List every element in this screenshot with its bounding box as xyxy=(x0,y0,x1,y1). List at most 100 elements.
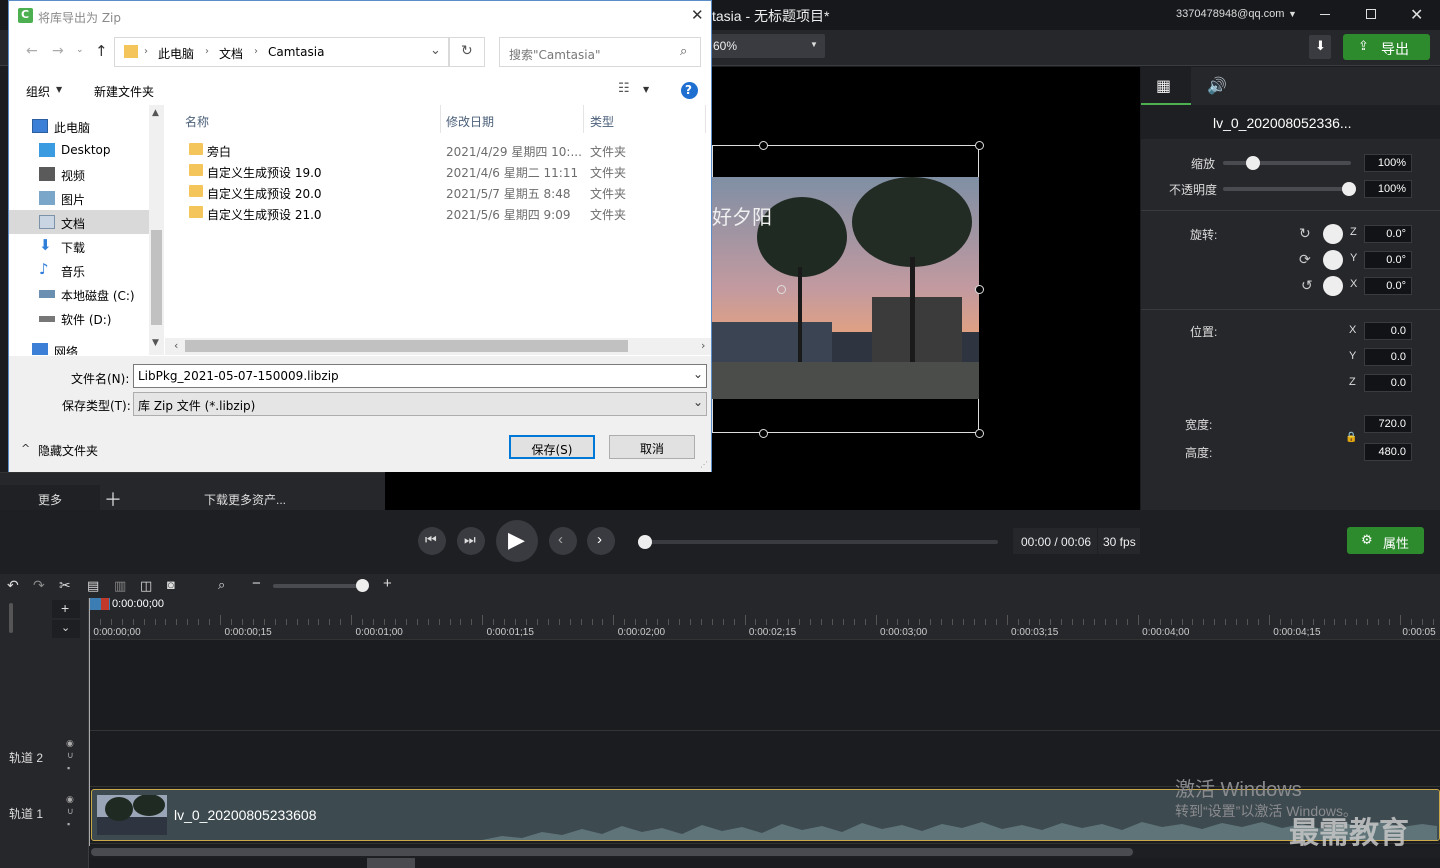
track-height-slider[interactable] xyxy=(9,603,13,633)
scrollbar-thumb[interactable] xyxy=(185,340,628,352)
organize-button[interactable]: 组织 xyxy=(26,83,50,100)
resize-handle[interactable] xyxy=(975,285,984,294)
resize-handle[interactable] xyxy=(759,141,768,150)
file-row[interactable]: 自定义生成预设 20.0 2021/5/7 星期五 8:48 文件夹 xyxy=(165,182,705,203)
step-back-button[interactable]: ⏮ xyxy=(418,527,446,555)
close-icon[interactable]: ✕ xyxy=(691,6,704,24)
export-button[interactable]: ⇪ 导出 xyxy=(1343,34,1430,60)
lock-icon[interactable]: ▪ xyxy=(67,819,70,829)
download-more-link[interactable]: 下载更多资产... xyxy=(204,491,286,508)
timeline-zoom-slider[interactable] xyxy=(273,584,365,588)
view-options-icon[interactable]: ☷ xyxy=(618,81,630,96)
scrollbar-thumb[interactable] xyxy=(91,848,1133,856)
scrollbar-thumb[interactable] xyxy=(151,230,162,325)
breadcrumb-documents[interactable]: 文档 xyxy=(219,45,243,62)
nav-item-drive-c[interactable]: 本地磁盘 (C:) xyxy=(9,282,149,306)
play-button[interactable]: ▶ xyxy=(496,520,538,562)
search-input[interactable]: 搜索"Camtasia" xyxy=(509,46,600,63)
nav-item-this-pc[interactable]: 此电脑 xyxy=(9,114,149,138)
width-field[interactable]: 720.0 xyxy=(1364,415,1412,433)
filetype-select[interactable]: 库 Zip 文件 (*.libzip) ⌄ xyxy=(133,392,707,416)
file-row[interactable]: 自定义生成预设 19.0 2021/4/6 星期二 11:11 文件夹 xyxy=(165,161,705,182)
hide-folders-toggle[interactable]: 隐藏文件夹 xyxy=(38,442,98,459)
nav-item-music[interactable]: ♪ 音乐 xyxy=(9,258,149,282)
minimize-icon[interactable] xyxy=(1320,14,1330,15)
step-forward-button[interactable]: ⏭ xyxy=(457,527,485,555)
undo-icon[interactable]: ↶ xyxy=(7,577,19,594)
position-z-field[interactable]: 0.0 xyxy=(1364,374,1412,392)
new-folder-button[interactable]: 新建文件夹 xyxy=(94,83,154,100)
nav-item-pictures[interactable]: 图片 xyxy=(9,186,149,210)
scrub-bar[interactable] xyxy=(644,540,998,544)
close-icon[interactable]: ✕ xyxy=(1410,5,1423,25)
rotation-z-field[interactable]: 0.0° xyxy=(1364,225,1412,243)
nav-item-network[interactable]: 网络 xyxy=(9,338,149,355)
rotate-x-dial[interactable] xyxy=(1323,276,1343,296)
split-icon[interactable]: ◫ xyxy=(140,578,152,594)
save-button[interactable]: 保存(S) xyxy=(509,435,595,459)
breadcrumb-this-pc[interactable]: 此电脑 xyxy=(158,45,194,62)
tab-audio-properties[interactable]: 🔊 xyxy=(1191,67,1241,105)
collapse-tracks-button[interactable]: ⌄ xyxy=(52,620,80,638)
recent-dropdown-icon[interactable]: ⌄ xyxy=(76,45,84,55)
eye-icon[interactable]: ◉ xyxy=(66,794,74,805)
resize-handle[interactable] xyxy=(975,429,984,438)
redo-icon[interactable]: ↷ xyxy=(33,577,45,594)
chevron-up-icon[interactable]: ^ xyxy=(21,442,30,455)
height-field[interactable]: 480.0 xyxy=(1364,443,1412,461)
magnet-icon[interactable]: ∪ xyxy=(67,806,74,817)
refresh-button[interactable]: ↻ xyxy=(449,37,485,67)
up-icon[interactable]: ↑ xyxy=(95,42,108,60)
search-icon[interactable]: ⌕ xyxy=(218,577,225,593)
nav-item-drive-d[interactable]: 软件 (D:) xyxy=(9,306,149,330)
opacity-slider-thumb[interactable] xyxy=(1342,182,1356,196)
search-box[interactable]: 搜索"Camtasia" ⌕ xyxy=(499,37,701,67)
chevron-down-icon[interactable]: ▼ xyxy=(643,85,649,94)
scrub-thumb[interactable] xyxy=(638,535,652,549)
more-button[interactable]: 更多 xyxy=(0,485,100,511)
timeline-zoom-thumb[interactable] xyxy=(356,579,369,592)
account-dropdown-icon[interactable]: ▼ xyxy=(1288,9,1297,19)
help-button[interactable]: ? xyxy=(681,82,698,99)
position-y-field[interactable]: 0.0 xyxy=(1364,348,1412,366)
opacity-slider[interactable] xyxy=(1223,187,1351,191)
nav-item-desktop[interactable]: Desktop xyxy=(9,138,149,162)
rotation-x-field[interactable]: 0.0° xyxy=(1364,277,1412,295)
breadcrumb-camtasia[interactable]: Camtasia xyxy=(268,45,324,59)
chevron-down-icon[interactable]: ⌄ xyxy=(693,367,703,381)
rotation-y-field[interactable]: 0.0° xyxy=(1364,251,1412,269)
scale-slider[interactable] xyxy=(1223,161,1351,165)
column-header-date[interactable]: 修改日期 xyxy=(446,113,494,130)
account-menu[interactable]: 3370478948@qq.com xyxy=(1176,8,1284,20)
position-x-field[interactable]: 0.0 xyxy=(1364,322,1412,340)
column-header-name[interactable]: 名称 xyxy=(185,113,209,130)
download-button[interactable]: ⬇ xyxy=(1309,35,1331,59)
file-list-hscrollbar[interactable]: ‹ › xyxy=(165,338,711,355)
lock-icon[interactable]: ▪ xyxy=(67,763,70,773)
resize-grip-icon[interactable]: ⋰ xyxy=(700,460,708,469)
nav-scrollbar[interactable]: ▲ ▼ xyxy=(149,105,164,355)
scale-field[interactable]: 100% xyxy=(1364,154,1412,172)
resize-handle[interactable] xyxy=(759,429,768,438)
add-track-button[interactable]: + xyxy=(52,600,80,618)
playhead-marker[interactable] xyxy=(101,598,109,610)
column-header-type[interactable]: 类型 xyxy=(590,113,614,130)
lock-icon[interactable]: 🔒 xyxy=(1345,432,1357,443)
previous-button[interactable]: ‹ xyxy=(549,527,577,555)
nav-item-videos[interactable]: 视频 xyxy=(9,162,149,186)
chevron-down-icon[interactable]: ⌄ xyxy=(430,43,441,58)
filename-field[interactable]: LibPkg_2021-05-07-150009.libzip ⌄ xyxy=(133,364,707,388)
rotate-y-dial[interactable] xyxy=(1323,250,1343,270)
scrollbar-thumb[interactable] xyxy=(367,858,415,868)
add-icon[interactable]: ＋ xyxy=(104,486,122,512)
back-icon[interactable]: ← xyxy=(26,43,38,59)
properties-button[interactable]: ⚙ 属性 xyxy=(1347,527,1424,554)
opacity-field[interactable]: 100% xyxy=(1364,180,1412,198)
scale-slider-thumb[interactable] xyxy=(1246,156,1260,170)
file-row[interactable]: 自定义生成预设 21.0 2021/5/6 星期四 9:09 文件夹 xyxy=(165,203,705,224)
tab-visual-properties[interactable]: ▦ xyxy=(1141,67,1191,105)
resize-handle[interactable] xyxy=(975,141,984,150)
magnet-icon[interactable]: ∪ xyxy=(67,750,74,761)
nav-item-documents[interactable]: 文档 xyxy=(9,210,149,234)
zoom-out-icon[interactable]: − xyxy=(252,575,261,592)
